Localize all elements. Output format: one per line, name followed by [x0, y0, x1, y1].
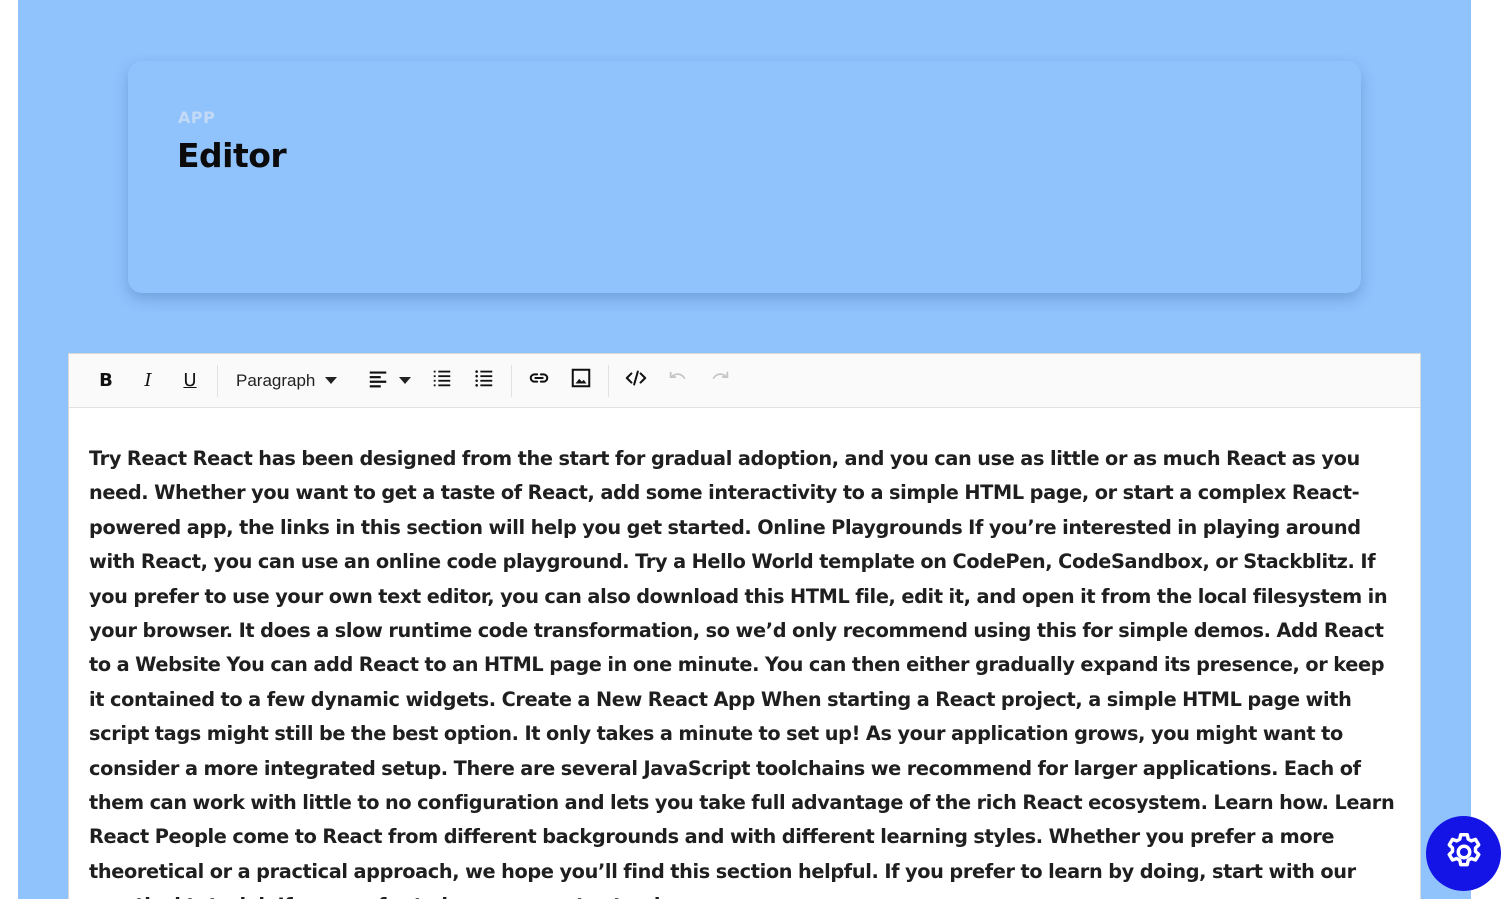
image-button[interactable]	[566, 366, 596, 396]
underline-icon: U	[183, 370, 197, 391]
header-eyebrow: APP	[178, 108, 216, 127]
toolbar-divider	[608, 364, 610, 397]
link-icon	[528, 367, 550, 394]
chevron-down-icon	[325, 377, 338, 384]
code-icon	[625, 367, 647, 394]
bullet-list-button[interactable]	[469, 366, 499, 396]
toolbar-divider	[511, 364, 513, 397]
code-button[interactable]	[621, 366, 651, 396]
bullet-list-icon	[473, 367, 495, 394]
align-left-icon	[367, 368, 389, 394]
link-button[interactable]	[524, 366, 554, 396]
bold-button[interactable]: B	[91, 366, 121, 396]
undo-button[interactable]	[663, 366, 693, 396]
align-dropdown[interactable]	[367, 368, 412, 394]
image-icon	[570, 367, 592, 394]
redo-button[interactable]	[705, 366, 735, 396]
block-type-label: Paragraph	[236, 370, 316, 390]
redo-icon	[709, 367, 731, 394]
italic-icon: I	[144, 370, 152, 391]
underline-button[interactable]: U	[175, 366, 205, 396]
ordered-list-button[interactable]	[427, 366, 457, 396]
block-type-dropdown[interactable]: Paragraph	[236, 370, 338, 391]
editor-content[interactable]: Try React React has been designed from t…	[69, 408, 1420, 899]
rich-text-editor: B I U Paragraph Try React React has been…	[68, 353, 1421, 899]
toolbar-divider	[217, 364, 218, 397]
bold-icon: B	[99, 370, 113, 391]
settings-button[interactable]	[1426, 816, 1501, 891]
gear-icon	[1441, 829, 1487, 879]
italic-button[interactable]: I	[133, 366, 163, 396]
header-card: APP Editor	[128, 61, 1361, 293]
chevron-down-icon	[399, 377, 412, 384]
undo-icon	[667, 367, 689, 394]
ordered-list-icon	[431, 367, 453, 394]
page-background: APP Editor B I U Paragraph Try React Rea…	[18, 0, 1471, 899]
editor-toolbar: B I U Paragraph	[69, 354, 1420, 408]
page-title: Editor	[177, 136, 287, 175]
